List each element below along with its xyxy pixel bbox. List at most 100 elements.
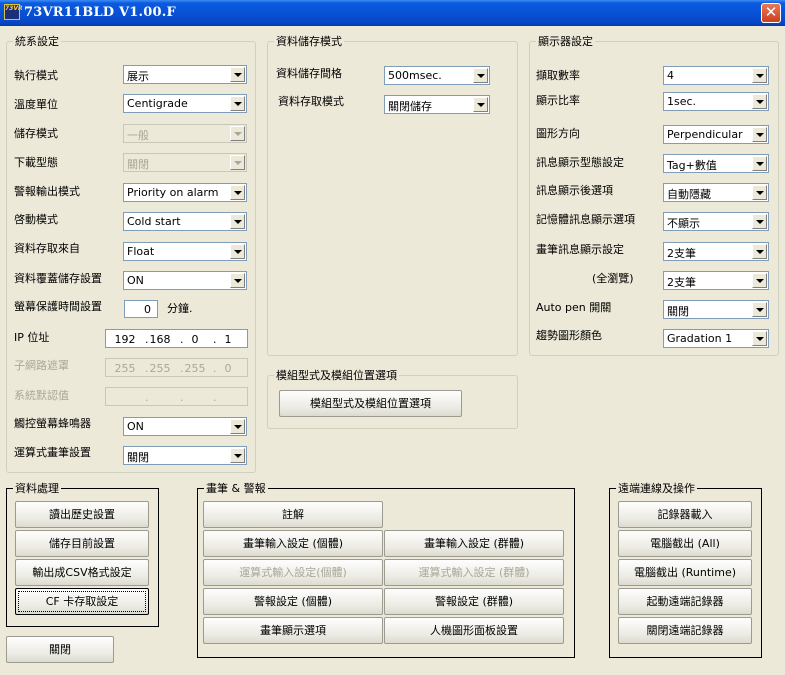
access-mode-select[interactable]: 關閉儲存 bbox=[384, 95, 490, 114]
storage-mode-select: 一般 bbox=[123, 124, 247, 143]
pen-input-single-button[interactable]: 畫筆輸入設定 (個體) bbox=[203, 530, 383, 557]
auto-pen-label: Auto pen 開關 bbox=[536, 301, 612, 314]
chevron-down-icon bbox=[752, 185, 767, 200]
download-type-select: 關閉 bbox=[123, 153, 247, 172]
pen-input-group-button[interactable]: 畫筆輸入設定 (群體) bbox=[384, 530, 564, 557]
close-button[interactable]: 關閉 bbox=[6, 636, 114, 663]
csv-export-button[interactable]: 輸出成CSV格式設定 bbox=[15, 559, 149, 586]
touch-buzzer-select[interactable]: ON bbox=[123, 417, 247, 436]
screensaver-unit-label: 分鐘. bbox=[167, 302, 193, 315]
pc-export-runtime-button[interactable]: 電腦截出 (Runtime) bbox=[618, 559, 752, 586]
math-input-single-button: 運算式輸入設定(個體) bbox=[203, 559, 383, 586]
default-gateway-input: . . . bbox=[105, 387, 248, 406]
chevron-down-icon bbox=[230, 126, 245, 141]
chevron-down-icon bbox=[230, 244, 245, 259]
storage-interval-select[interactable]: 500msec. bbox=[384, 66, 490, 85]
module-legend: 模組型式及模組位置選項 bbox=[276, 369, 397, 382]
screensaver-minutes-input[interactable]: 0 bbox=[124, 300, 158, 318]
data-overwrite-select[interactable]: ON bbox=[123, 271, 247, 290]
chevron-down-icon bbox=[230, 155, 245, 170]
pen-display-button[interactable]: 畫筆顯示選項 bbox=[203, 617, 383, 644]
subnet-mask-input: 255. 255. 255. 0 bbox=[105, 358, 248, 377]
chevron-down-icon bbox=[230, 419, 245, 434]
data-processing-legend: 資料處理 bbox=[15, 482, 59, 495]
full-view-select[interactable]: 2支筆 bbox=[663, 271, 769, 290]
msg-after-select[interactable]: 自動隱藏 bbox=[663, 183, 769, 202]
sample-count-label: 擷取數率 bbox=[536, 69, 580, 82]
access-mode-label: 資料存取模式 bbox=[278, 95, 344, 108]
alarm-single-button[interactable]: 警報設定 (個體) bbox=[203, 588, 383, 615]
hmi-panel-button[interactable]: 人機圖形面板設置 bbox=[384, 617, 564, 644]
chevron-down-icon bbox=[752, 302, 767, 317]
data-overwrite-label: 資料覆蓋儲存設置 bbox=[14, 272, 102, 285]
module-options-button[interactable]: 模組型式及模組位置選項 bbox=[279, 390, 462, 417]
memory-msg-select[interactable]: 不顯示 bbox=[663, 212, 769, 231]
chevron-down-icon bbox=[473, 97, 488, 112]
window-title: 73VR11BLD V1.00.F bbox=[24, 5, 176, 20]
alarm-output-select[interactable]: Priority on alarm bbox=[123, 183, 247, 202]
chevron-down-icon bbox=[752, 244, 767, 259]
close-icon: ✕ bbox=[764, 3, 778, 21]
touch-buzzer-label: 觸控螢幕蜂鳴器 bbox=[14, 417, 91, 430]
system-settings-legend: 統系設定 bbox=[15, 35, 59, 48]
ip-address-input[interactable]: 192. 168. 0. 1 bbox=[105, 329, 248, 348]
memory-msg-label: 記憶體訊息顯示選項 bbox=[536, 213, 635, 226]
chevron-down-icon bbox=[752, 94, 767, 109]
download-type-label: 下載型態 bbox=[14, 156, 58, 169]
pc-export-all-button[interactable]: 電腦截出 (All) bbox=[618, 530, 752, 557]
default-gateway-label: 系統默認值 bbox=[14, 389, 69, 402]
data-source-label: 資料存取來自 bbox=[14, 242, 80, 255]
start-remote-button[interactable]: 起動遠端記錄器 bbox=[618, 588, 752, 615]
trend-color-select[interactable]: Gradation 1 bbox=[663, 329, 769, 348]
pen-alarm-legend: 畫筆 & 警報 bbox=[206, 482, 266, 495]
chevron-down-icon bbox=[752, 68, 767, 83]
msg-type-select[interactable]: Tag+數值 bbox=[663, 154, 769, 173]
stop-remote-button[interactable]: 關閉遠端記錄器 bbox=[618, 617, 752, 644]
remote-legend: 遠端連線及操作 bbox=[618, 482, 695, 495]
chevron-down-icon bbox=[230, 448, 245, 463]
save-current-button[interactable]: 儲存目前設置 bbox=[15, 530, 149, 557]
math-pen-select[interactable]: 關閉 bbox=[123, 446, 247, 465]
graph-direction-label: 圖形方向 bbox=[536, 127, 580, 140]
start-mode-label: 啓動模式 bbox=[14, 213, 58, 226]
close-window-button[interactable]: ✕ bbox=[761, 3, 781, 23]
start-mode-select[interactable]: Cold start bbox=[123, 212, 247, 231]
temp-unit-label: 溫度單位 bbox=[14, 98, 58, 111]
chevron-down-icon bbox=[230, 214, 245, 229]
subnet-mask-label: 子網路遮罩 bbox=[14, 359, 69, 372]
chevron-down-icon bbox=[752, 127, 767, 142]
pen-msg-select[interactable]: 2支筆 bbox=[663, 242, 769, 261]
data-storage-legend: 資料儲存模式 bbox=[276, 35, 342, 48]
graph-direction-select[interactable]: Perpendicular bbox=[663, 125, 769, 144]
storage-interval-label: 資料儲存間格 bbox=[276, 67, 342, 80]
recorder-load-button[interactable]: 記錄器載入 bbox=[618, 501, 752, 528]
chevron-down-icon bbox=[752, 214, 767, 229]
read-history-button[interactable]: 讀出歷史設置 bbox=[15, 501, 149, 528]
chevron-down-icon bbox=[752, 331, 767, 346]
dialog-client: 統系設定 執行模式 展示 溫度單位 Centigrade 儲存模式 一般 下載型… bbox=[0, 26, 785, 675]
app-icon: 73VR bbox=[4, 4, 23, 20]
cf-card-button[interactable]: CF 卡存取設定 bbox=[15, 588, 149, 615]
chevron-down-icon bbox=[230, 273, 245, 288]
chevron-down-icon bbox=[473, 68, 488, 83]
chevron-down-icon bbox=[230, 185, 245, 200]
trend-color-label: 趨勢圖形顏色 bbox=[536, 329, 602, 342]
screensaver-label: 螢幕保護時間設置 bbox=[14, 300, 102, 313]
data-source-select[interactable]: Float bbox=[123, 242, 247, 261]
exec-mode-select[interactable]: 展示 bbox=[123, 65, 247, 84]
alarm-group-button[interactable]: 警報設定 (群體) bbox=[384, 588, 564, 615]
title-bar: 73VR 73VR11BLD V1.00.F ✕ bbox=[0, 0, 785, 26]
display-ratio-select[interactable]: 1sec. bbox=[663, 92, 769, 111]
msg-after-label: 訊息顯示後選項 bbox=[536, 184, 613, 197]
exec-mode-label: 執行模式 bbox=[14, 69, 58, 82]
msg-type-label: 訊息顯示型態設定 bbox=[536, 156, 624, 169]
note-button[interactable]: 註解 bbox=[203, 501, 383, 528]
full-view-label: (全瀏覽) bbox=[592, 272, 634, 285]
math-input-group-button: 運算式輸入設定 (群體) bbox=[384, 559, 564, 586]
sample-count-select[interactable]: 4 bbox=[663, 66, 769, 85]
temp-unit-select[interactable]: Centigrade bbox=[123, 94, 247, 113]
chevron-down-icon bbox=[230, 96, 245, 111]
display-ratio-label: 顯示比率 bbox=[536, 94, 580, 107]
ip-address-label: IP 位址 bbox=[14, 331, 50, 344]
auto-pen-select[interactable]: 關閉 bbox=[663, 300, 769, 319]
